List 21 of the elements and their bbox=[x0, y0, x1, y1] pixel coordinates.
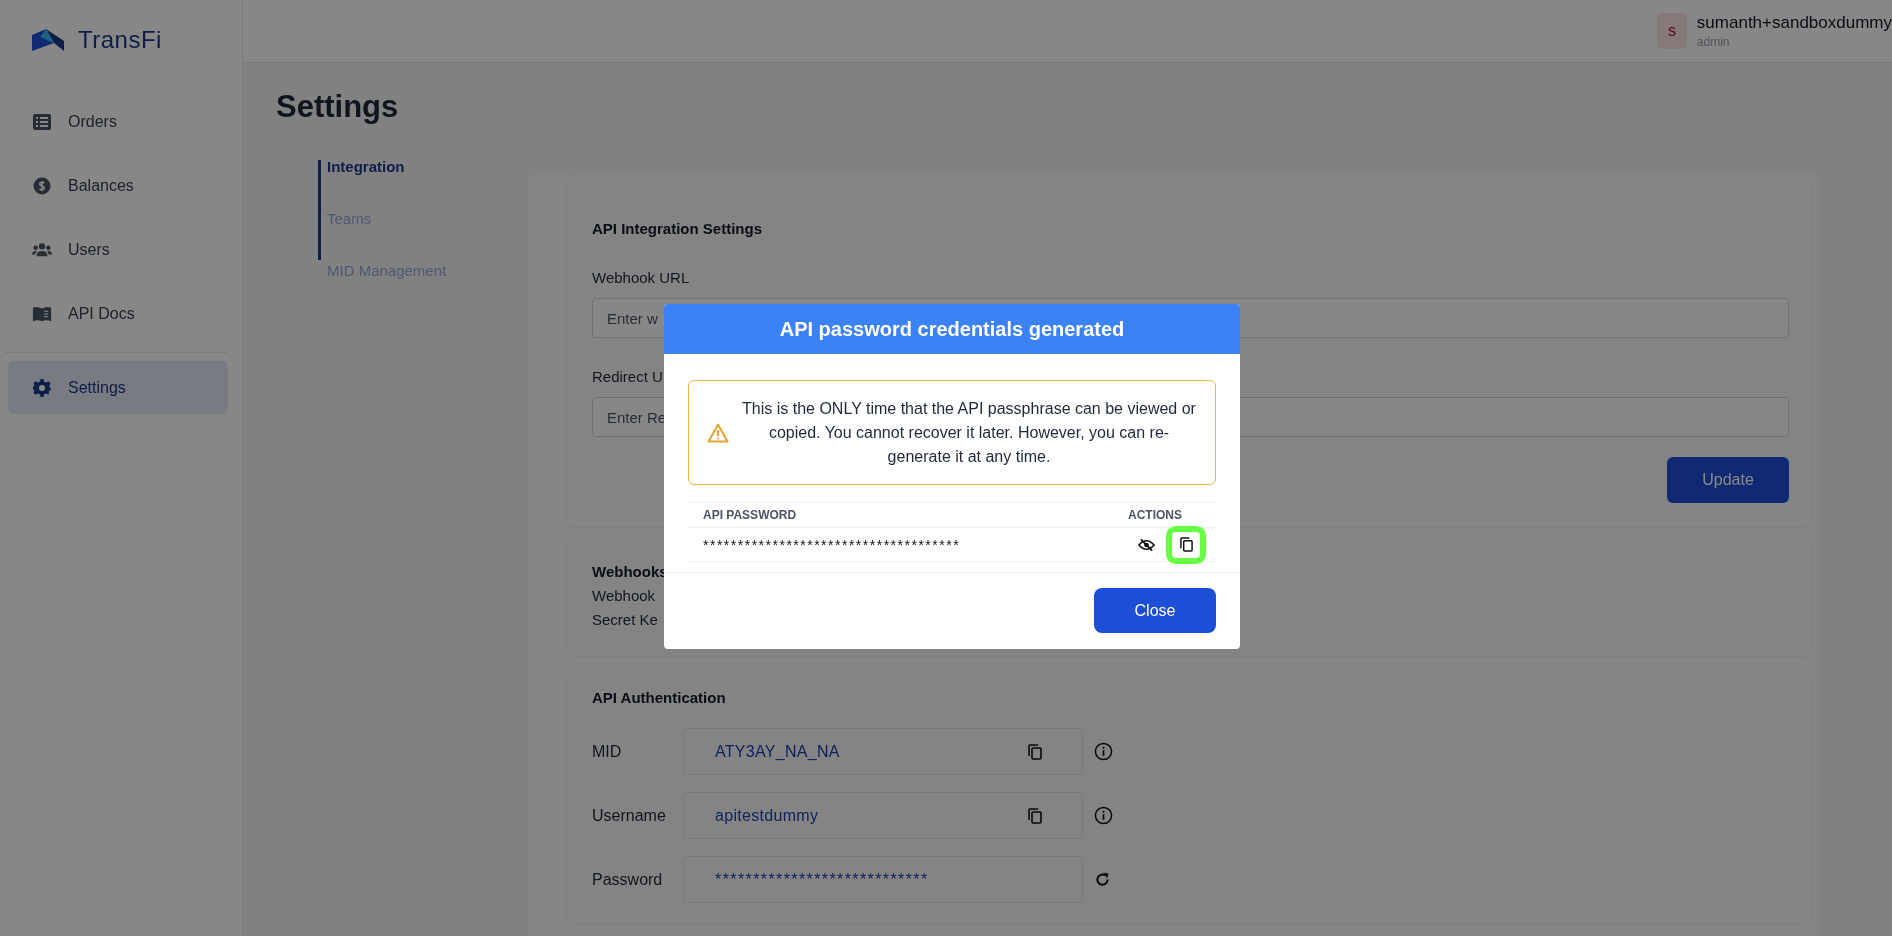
section-title: Webhooks bbox=[592, 562, 668, 582]
section-title: API Authentication bbox=[592, 688, 726, 708]
webhook-info-text: Webhook bbox=[592, 586, 656, 606]
field-label: Username bbox=[592, 806, 667, 825]
warning-text: This is the ONLY time that the API passphrase can be viewed or copied. You cannot recover it later. However, you can re-generate it at any time. bbox=[741, 398, 1197, 467]
logo-text: TransFi bbox=[78, 26, 162, 54]
field-label: Webhook URL bbox=[592, 268, 690, 288]
user-name: sumanth+sandboxdummy bbox=[1696, 13, 1892, 33]
dialog-title: API password credentials generated bbox=[664, 304, 1240, 354]
credential-field: ATY3AY_NA_NA bbox=[683, 728, 1083, 775]
webhook-info-text: Secret Ke bbox=[592, 610, 658, 630]
credential-field: apitestdummy bbox=[683, 792, 1083, 839]
credential-field: **************************** bbox=[683, 856, 1083, 903]
field-label: Password bbox=[592, 870, 664, 889]
section-title: API Integration Settings bbox=[592, 219, 762, 239]
column-header: ACTIONS bbox=[1128, 508, 1182, 522]
column-header: API PASSWORD bbox=[703, 508, 797, 522]
password-text: ************************************* bbox=[703, 536, 961, 553]
page-title: Settings bbox=[276, 88, 400, 126]
field-label: MID bbox=[592, 742, 623, 761]
field-label: Redirect U bbox=[592, 367, 663, 387]
